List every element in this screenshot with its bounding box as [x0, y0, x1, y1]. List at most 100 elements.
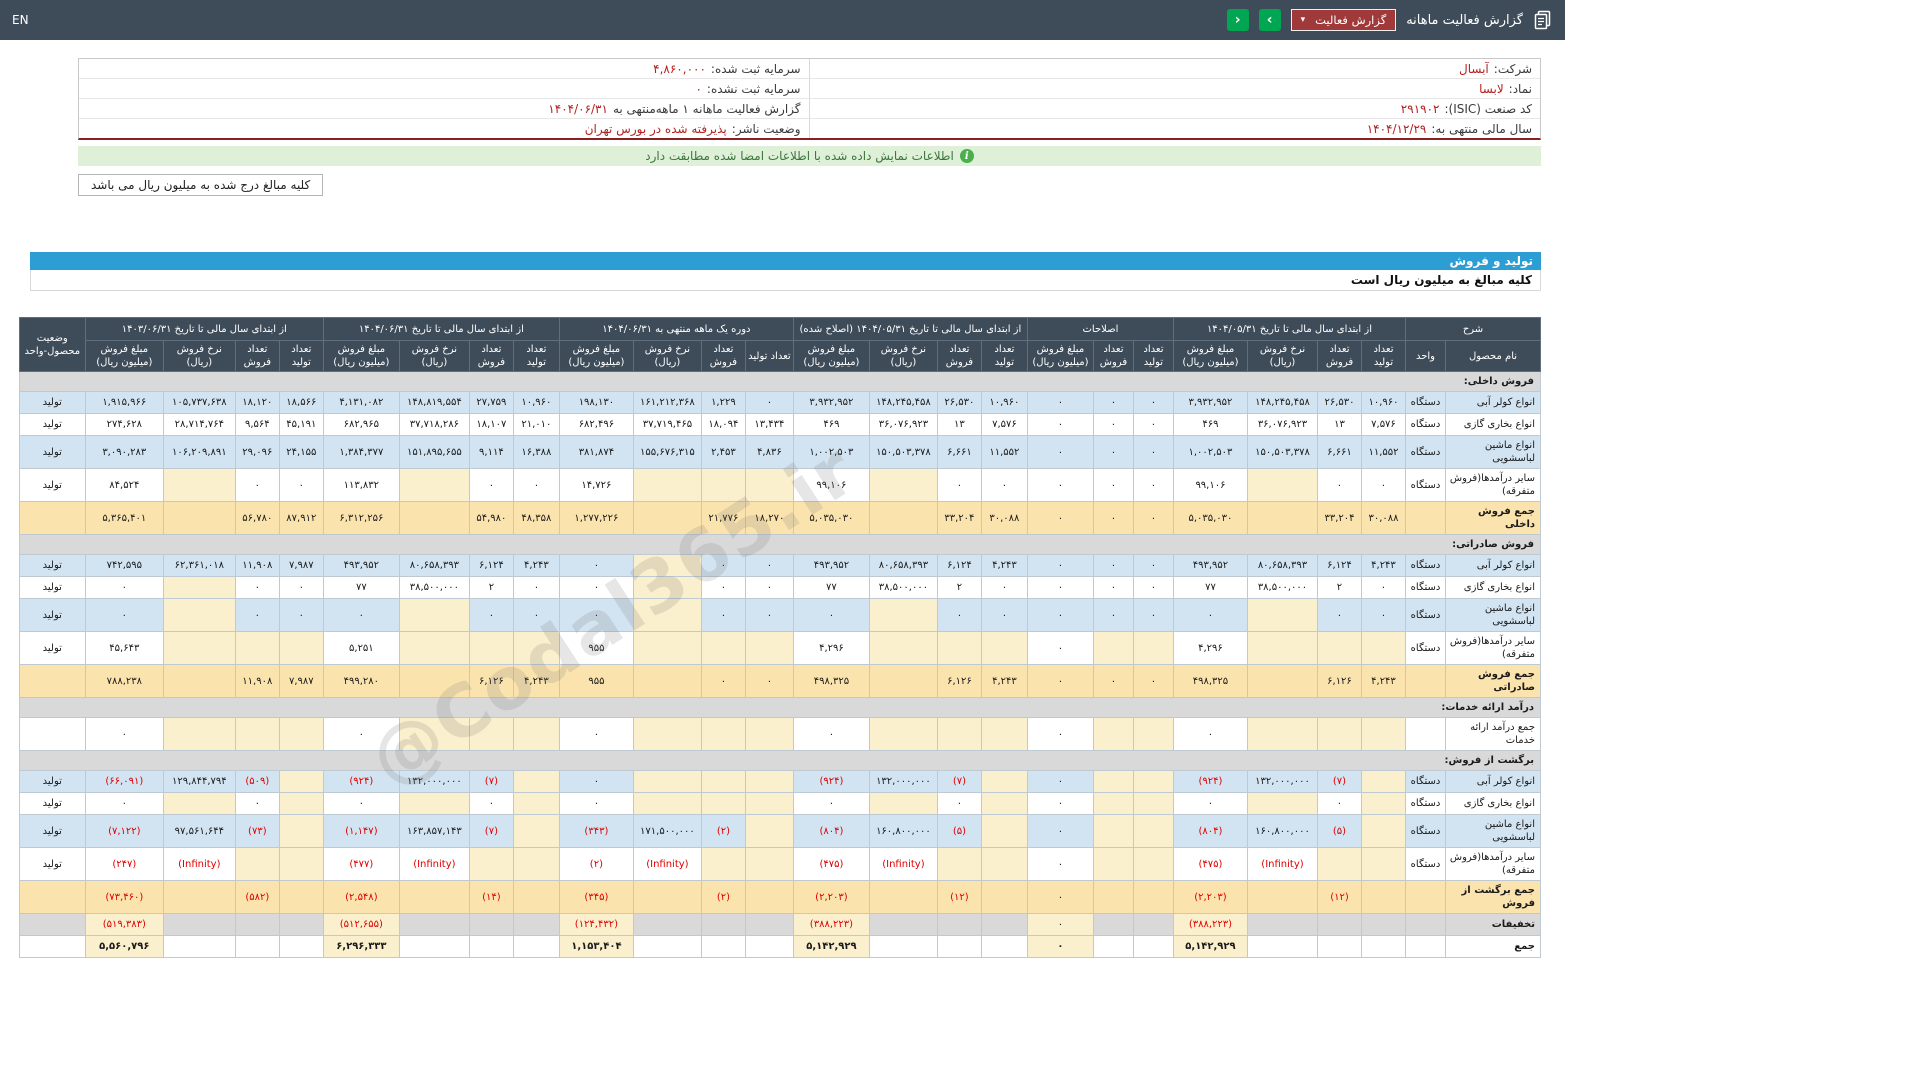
product-name-cell: انواع ماشین لباسشویی: [1445, 814, 1541, 848]
column-header: تعداد تولید: [278, 340, 324, 372]
value-cell: ۰: [468, 468, 514, 502]
value-cell: [1316, 847, 1362, 881]
value-cell: [632, 631, 702, 665]
table-row: انواع ماشین لباسشویی دستگاه (۵) ۱۶۰,۸۰۰,۰۰۰…: [18, 814, 1541, 848]
value-cell: ۱۵۰,۵۰۳,۳۷۸: [868, 435, 938, 469]
value-cell: ۰: [234, 598, 280, 632]
table-row: جمع فروش داخلی ۳۰,۰۸۸ ۳۳,۲۰۴ ۵,۰۳۵,۰۳۰ ۰ ۰ ۰ ۳۰…: [18, 501, 1541, 535]
value-cell: [868, 598, 938, 632]
prev-period-button[interactable]: ‹: [1226, 9, 1249, 31]
value-cell: (Infinity): [632, 847, 702, 881]
value-cell: [278, 880, 324, 914]
value-cell: ۰: [558, 792, 634, 815]
value-cell: (۱۴): [468, 880, 514, 914]
value-cell: ۱۶۰,۸۰۰,۰۰۰: [868, 814, 938, 848]
value-cell: [162, 598, 236, 632]
value-cell: (۵): [936, 814, 982, 848]
value-cell: ۳۶,۰۷۶,۹۲۳: [1246, 413, 1318, 436]
value-cell: [1246, 935, 1318, 958]
value-cell: ۰: [234, 792, 280, 815]
value-cell: ۰: [1026, 631, 1094, 665]
value-cell: ۰: [1026, 935, 1094, 958]
value-cell: ۳۸۱,۸۷۴: [558, 435, 634, 469]
product-name-cell: انواع بخاری گازی: [1445, 413, 1541, 436]
value-cell: ۸۴,۵۲۴: [84, 468, 164, 502]
value-cell: [868, 664, 938, 698]
value-cell: (۳۸۸,۲۲۳): [1172, 913, 1248, 936]
value-cell: ۱,۲۲۹: [700, 391, 746, 414]
report-type-dropdown[interactable]: گزارش فعالیت ▾: [1290, 9, 1397, 31]
product-name-cell: انواع کولر آبی: [1445, 391, 1541, 414]
value-cell: ۰: [1132, 576, 1174, 599]
value-cell: ۵,۱۴۲,۹۲۹: [1172, 935, 1248, 958]
value-cell: ۱۰,۹۶۰: [1360, 391, 1406, 414]
info-cell: سال مالی منتهی به: ۱۴۰۴/۱۲/۲۹: [810, 119, 1541, 138]
amounts-unit-note: کلیه مبالغ درج شده به میلیون ریال می باش…: [78, 174, 324, 196]
value-cell: [468, 913, 514, 936]
table-row: انواع کولر آبی دستگاه ۱۰,۹۶۰ ۲۶,۵۳۰ ۱۴۸,۲۴۵,…: [18, 391, 1541, 414]
info-label: سرمایه ثبت شده:: [710, 61, 801, 76]
value-cell: ۴,۱۳۱,۰۸۲: [322, 391, 400, 414]
report-copy-icon-svg: [1534, 10, 1551, 30]
product-name-cell: انواع ماشین لباسشویی: [1445, 598, 1541, 632]
status-cell: تولید: [18, 631, 86, 665]
value-cell: [700, 847, 746, 881]
value-cell: [512, 792, 560, 815]
unit-cell: دستگاه: [1404, 770, 1447, 793]
value-cell: ۱۵۵,۶۷۶,۳۱۵: [632, 435, 702, 469]
value-cell: [162, 664, 236, 698]
value-cell: ۰: [1026, 770, 1094, 793]
value-cell: [1132, 935, 1174, 958]
value-cell: ۷۴۲,۵۹۵: [84, 554, 164, 577]
table-row: انواع ماشین لباسشویی دستگاه ۰ ۰ ۰ ۰ ۰ ۰ ۰ ۰ ۰ ۰ ۰ ۰ ۰ ۰…: [18, 598, 1541, 632]
value-cell: ۲۷,۷۵۹: [468, 391, 514, 414]
report-copy-icon[interactable]: [1533, 10, 1553, 30]
value-cell: [1360, 847, 1406, 881]
unit-cell: دستگاه: [1404, 814, 1447, 848]
unit-cell: دستگاه: [1404, 435, 1447, 469]
value-cell: (Infinity): [868, 847, 938, 881]
value-cell: (۷): [468, 814, 514, 848]
status-cell: تولید: [18, 413, 86, 436]
column-header: تعداد تولید: [1132, 340, 1174, 372]
table-row: جمع فروش صادراتی ۴,۲۴۳ ۶,۱۲۶ ۴۹۸,۳۲۵ ۰ ۰ ۰ ۴,۲۴…: [18, 664, 1541, 698]
value-cell: ۰: [744, 598, 794, 632]
value-cell: ۲۶,۵۳۰: [936, 391, 982, 414]
value-cell: [868, 501, 938, 535]
value-cell: [1360, 913, 1406, 936]
next-period-button[interactable]: ›: [1258, 9, 1281, 31]
value-cell: (۴۷۷): [322, 847, 400, 881]
value-cell: ۱۶۳,۸۵۷,۱۴۳: [398, 814, 470, 848]
value-cell: ۰: [1092, 554, 1134, 577]
value-cell: ۱۳: [1316, 413, 1362, 436]
value-cell: ۲: [1316, 576, 1362, 599]
value-cell: [632, 913, 702, 936]
product-name-header: نام محصول: [1445, 340, 1541, 372]
status-cell: تولید: [18, 814, 86, 848]
value-cell: [278, 913, 324, 936]
column-header: تعداد تولید: [1360, 340, 1406, 372]
value-cell: ۲: [468, 576, 514, 599]
value-cell: [398, 631, 470, 665]
value-cell: [234, 717, 280, 751]
value-cell: [512, 717, 560, 751]
value-cell: ۰: [84, 576, 164, 599]
value-cell: ۰: [1026, 792, 1094, 815]
value-cell: ۰: [792, 717, 870, 751]
value-cell: [1360, 935, 1406, 958]
unit-cell: دستگاه: [1404, 413, 1447, 436]
column-header: تعداد فروش: [1092, 340, 1134, 372]
value-cell: ۰: [234, 468, 280, 502]
value-cell: ۱۵۱,۸۹۵,۶۵۵: [398, 435, 470, 469]
value-cell: ۰: [700, 598, 746, 632]
value-cell: [162, 717, 236, 751]
info-value: ۱۴۰۴/۱۲/۲۹: [1366, 121, 1427, 136]
value-cell: [744, 468, 794, 502]
language-toggle[interactable]: EN: [12, 13, 29, 27]
info-value: لابسا: [1479, 81, 1504, 96]
value-cell: ۰: [558, 554, 634, 577]
value-cell: ۰: [1026, 501, 1094, 535]
value-cell: ۱۲۹,۸۴۴,۷۹۴: [162, 770, 236, 793]
column-header: مبلغ فروش (میلیون ریال): [1026, 340, 1094, 372]
status-cell: [18, 664, 86, 698]
